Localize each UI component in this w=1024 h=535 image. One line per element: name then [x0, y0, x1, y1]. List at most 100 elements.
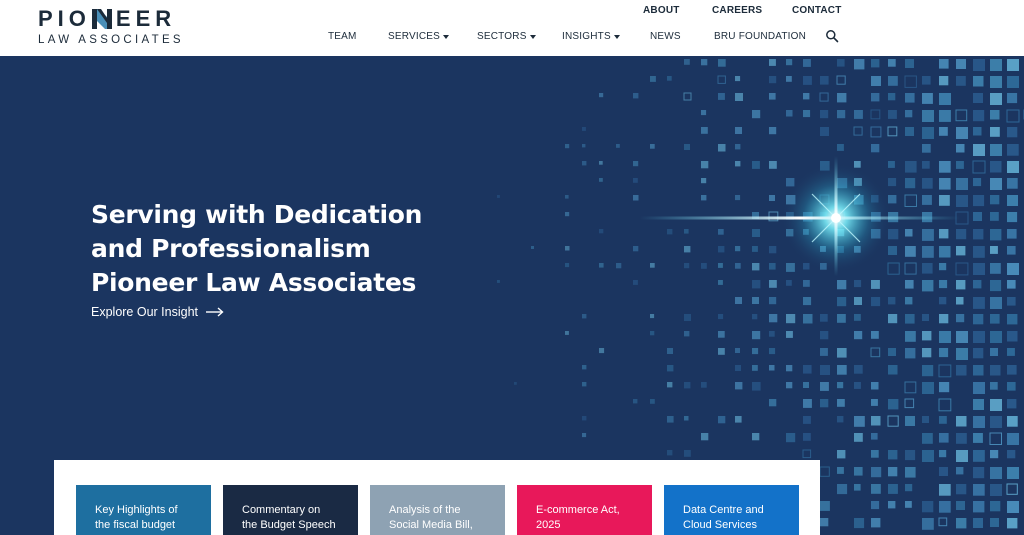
insight-card-data-centre[interactable]: Data Centre and Cloud Services: [664, 485, 799, 535]
grid-square: [904, 398, 915, 409]
grid-square: [939, 263, 947, 271]
grid-square: [769, 93, 776, 100]
card-title-line: Cloud Services: [683, 519, 757, 531]
grid-square: [905, 467, 916, 478]
grid-square: [990, 348, 998, 356]
grid-square: [990, 212, 999, 221]
grid-square: [922, 331, 932, 341]
grid-square: [684, 229, 689, 234]
grid-square: [973, 399, 984, 410]
grid-square: [803, 59, 811, 67]
grid-square: [922, 348, 932, 358]
grid-square: [769, 263, 776, 270]
grid-square: [650, 331, 655, 336]
grid-square: [888, 348, 896, 356]
insight-card-ecommerce-act[interactable]: E-commerce Act, 2025: [517, 485, 652, 535]
hero-heading-line-2: and Professionalism: [91, 234, 371, 263]
grid-square: [769, 399, 777, 407]
grid-square: [939, 127, 948, 136]
insight-card-social-media-bill[interactable]: Analysis of the Social Media Bill,: [370, 485, 505, 535]
grid-square: [922, 450, 934, 462]
top-nav-contact[interactable]: CONTACT: [792, 5, 842, 16]
grid-square: [905, 161, 917, 173]
grid-square: [769, 76, 777, 84]
grid-square: [735, 127, 742, 134]
grid-square: [956, 297, 964, 305]
main-nav-team[interactable]: TEAM: [328, 31, 357, 42]
grid-square: [497, 195, 500, 198]
grid-square: [922, 178, 933, 189]
grid-square: [820, 399, 829, 408]
grid-square: [922, 144, 931, 153]
main-nav-bru-foundation[interactable]: BRU FOUNDATION: [714, 31, 806, 42]
grid-square: [1007, 518, 1018, 529]
grid-square: [837, 399, 845, 407]
grid-square: [1007, 246, 1016, 255]
grid-square: [582, 127, 586, 131]
main-nav-insights[interactable]: INSIGHTS: [562, 31, 620, 42]
grid-square: [973, 467, 985, 479]
grid-square: [752, 229, 760, 237]
search-icon[interactable]: [825, 29, 839, 43]
grid-square: [1007, 229, 1017, 239]
grid-square: [922, 501, 934, 513]
grid-square: [905, 110, 913, 118]
top-nav-careers[interactable]: CAREERS: [712, 5, 762, 16]
grid-square: [752, 297, 759, 304]
grid-square: [922, 314, 929, 321]
grid-square: [803, 297, 812, 306]
grid-square: [973, 59, 985, 71]
grid-square: [888, 501, 896, 509]
grid-square: [989, 432, 1002, 445]
grid-square: [956, 229, 967, 240]
explore-insight-label: Explore Our Insight: [91, 305, 198, 319]
grid-square: [905, 59, 914, 68]
grid-square: [684, 382, 691, 389]
grid-square: [701, 382, 707, 388]
main-nav-news[interactable]: NEWS: [650, 31, 681, 42]
grid-square: [752, 314, 758, 320]
grid-square: [887, 262, 900, 275]
grid-square: [905, 450, 916, 461]
grid-square: [854, 382, 861, 389]
grid-square: [973, 178, 982, 187]
logo[interactable]: PIO EER LAW ASSOCIATES: [38, 6, 181, 48]
grid-square: [854, 280, 862, 288]
main-nav-sectors[interactable]: SECTORS: [477, 31, 536, 42]
grid-square: [752, 161, 760, 169]
insight-card-fiscal-budget[interactable]: Key Highlights of the fiscal budget: [76, 485, 211, 535]
hero-heading-line-3: Pioneer Law Associates: [91, 268, 417, 297]
grid-square: [905, 348, 916, 359]
logo-text-part2: EER: [115, 6, 177, 31]
grid-square: [684, 416, 689, 421]
grid-square: [905, 297, 913, 305]
grid-square: [735, 76, 741, 82]
main-nav-services[interactable]: SERVICES: [388, 31, 449, 42]
grid-square: [990, 93, 1002, 105]
grid-square: [803, 93, 810, 100]
grid-square: [582, 144, 586, 148]
insight-card-budget-speech[interactable]: Commentary on the Budget Speech: [223, 485, 358, 535]
grid-square: [922, 161, 930, 169]
explore-insight-link[interactable]: Explore Our Insight: [91, 305, 224, 319]
grid-square: [565, 246, 570, 251]
grid-square: [837, 59, 845, 67]
grid-square: [820, 331, 829, 340]
grid-square: [905, 246, 916, 257]
grid-square: [922, 518, 934, 530]
top-nav-about[interactable]: ABOUT: [643, 5, 680, 16]
grid-square: [956, 59, 966, 69]
grid-square: [667, 450, 673, 456]
grid-square: [820, 127, 829, 136]
main-nav-news-label: NEWS: [650, 31, 681, 42]
grid-square: [956, 450, 968, 462]
grid-square: [956, 501, 965, 510]
grid-square: [990, 280, 1002, 292]
grid-square: [769, 365, 775, 371]
grid-square: [684, 59, 690, 65]
grid-square: [633, 178, 638, 183]
chevron-down-icon: [613, 34, 620, 39]
grid-square: [735, 365, 741, 371]
grid-square: [633, 246, 639, 252]
grid-square: [956, 314, 965, 323]
